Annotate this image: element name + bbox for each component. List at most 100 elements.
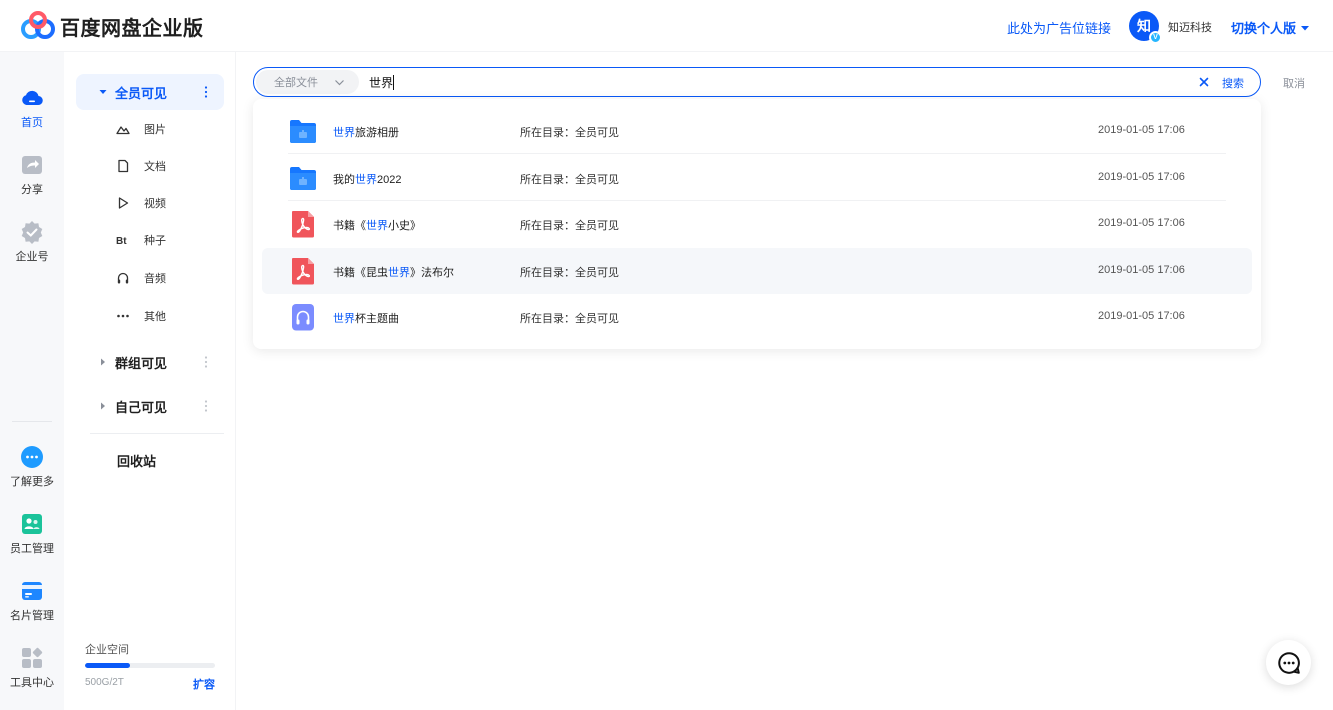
result-file-name: 书籍《世界小史》 xyxy=(333,217,421,233)
cloud-logo-icon xyxy=(21,11,55,39)
result-file-name: 书籍《昆虫世界》法布尔 xyxy=(333,264,454,280)
query-highlight: 世界 xyxy=(366,220,388,232)
rail-label: 企业号 xyxy=(15,251,49,263)
search-result-row[interactable]: 书籍《昆虫世界》法布尔 所在目录：全员可见 2019-01-05 17:06 xyxy=(262,247,1252,294)
storage-label: 企业空间 xyxy=(85,644,129,656)
file-name-segment: 旅游相册 xyxy=(355,127,399,139)
sidebar-item-trash[interactable]: 回收站 xyxy=(117,451,156,470)
more-chat-icon xyxy=(21,446,43,468)
sidebar-group-all-visible[interactable]: 全员可见 xyxy=(76,74,224,110)
search-input[interactable] xyxy=(369,72,1169,92)
search-result-row[interactable]: 书籍《世界小史》 所在目录：全员可见 2019-01-05 17:06 xyxy=(262,201,1252,247)
search-results-dropdown: 世界旅游相册 所在目录：全员可见 2019-01-05 17:06 我的世界2022 所… xyxy=(253,99,1261,349)
more-vertical-icon[interactable] xyxy=(204,400,208,412)
rail-item-enterprise[interactable]: 企业号 xyxy=(0,220,64,264)
sidebar-item-torrents[interactable]: Bt 种子 xyxy=(116,230,166,250)
file-name-segment: 杯主题曲 xyxy=(355,313,399,325)
chat-bubble-icon xyxy=(1277,651,1300,674)
result-modified-time: 2019-01-05 17:06 xyxy=(1098,170,1185,183)
tools-icon xyxy=(22,647,43,668)
file-name-segment: 小史》 xyxy=(388,220,421,232)
dots-icon xyxy=(117,314,129,318)
caret-down-icon xyxy=(99,90,107,94)
search-scope-select[interactable]: 全部文件 xyxy=(256,70,359,94)
result-modified-time: 2019-01-05 17:06 xyxy=(1098,310,1185,322)
switch-personal-button[interactable]: 切换个人版 xyxy=(1231,18,1310,37)
verified-badge: V xyxy=(1149,31,1162,44)
brand-name: 百度网盘企业版 xyxy=(60,17,204,40)
sidebar-group-label: 群组可见 xyxy=(115,355,168,371)
storage-progress xyxy=(85,663,215,668)
ad-link[interactable]: 此处为广告位链接 xyxy=(1007,18,1111,37)
rail-item-learn-more[interactable]: 了解更多 xyxy=(0,445,64,489)
left-rail: 首页 分享 企业号 了解更多 员工管理 名片管理 工具中心 xyxy=(0,52,64,710)
rail-label: 工具中心 xyxy=(10,677,54,689)
more-vertical-icon[interactable] xyxy=(204,86,208,98)
pdf-file-icon xyxy=(288,256,318,286)
sidebar-divider xyxy=(90,433,224,434)
card-icon xyxy=(22,582,42,600)
svg-text:Bt: Bt xyxy=(116,236,127,247)
rail-item-tools[interactable]: 工具中心 xyxy=(0,646,64,690)
sidebar-item-documents[interactable]: 文档 xyxy=(116,156,166,176)
company-name: 知迈科技 xyxy=(1168,22,1212,34)
clear-search-icon[interactable] xyxy=(1199,77,1209,87)
rail-item-cards[interactable]: 名片管理 xyxy=(0,579,64,623)
chevron-down-icon xyxy=(335,79,344,85)
caret-down-icon xyxy=(1301,25,1310,30)
rail-divider xyxy=(12,421,52,422)
switch-personal-label: 切换个人版 xyxy=(1231,21,1297,36)
result-location: 所在目录：全员可见 xyxy=(520,266,619,279)
search-bar: 全部文件 搜索 xyxy=(253,67,1261,97)
bt-icon: Bt xyxy=(116,236,127,247)
result-modified-time: 2019-01-05 17:06 xyxy=(1098,124,1185,136)
top-header: 百度网盘企业版 此处为广告位链接 知 V 知迈科技 切换个人版 xyxy=(0,0,1333,52)
file-name-segment: 书籍《 xyxy=(333,220,366,232)
rail-label: 了解更多 xyxy=(10,476,54,488)
sidebar-item-videos[interactable]: 视频 xyxy=(116,193,166,213)
expand-storage-link[interactable]: 扩容 xyxy=(193,676,215,692)
rail-item-home[interactable]: 首页 xyxy=(0,86,64,130)
result-modified-time: 2019-01-05 17:06 xyxy=(1098,263,1185,276)
search-result-row[interactable]: 世界杯主题曲 所在目录：全员可见 2019-01-05 17:06 xyxy=(262,294,1252,340)
rail-label: 首页 xyxy=(21,117,43,129)
row-divider xyxy=(288,153,1226,154)
sidebar-item-label: 种子 xyxy=(144,235,166,247)
file-name-segment: 》法布尔 xyxy=(410,266,454,279)
pdf-file-icon xyxy=(288,209,318,239)
search-scope-label: 全部文件 xyxy=(274,77,318,89)
rail-item-share[interactable]: 分享 xyxy=(0,153,64,197)
brand-logo[interactable]: 百度网盘企业版 xyxy=(20,11,204,41)
storage-progress-fill xyxy=(85,663,130,668)
sidebar-item-audio[interactable]: 音频 xyxy=(116,268,166,288)
sidebar-item-label: 图片 xyxy=(144,124,166,136)
query-highlight: 世界 xyxy=(333,313,355,325)
sidebar-item-others[interactable]: 其他 xyxy=(116,306,166,326)
cancel-search-button[interactable]: 取消 xyxy=(1283,75,1305,91)
storage-usage: 500G/2T xyxy=(85,677,124,688)
search-result-row[interactable]: 我的世界2022 所在目录：全员可见 2019-01-05 17:06 xyxy=(262,155,1252,201)
rail-item-staff[interactable]: 员工管理 xyxy=(0,512,64,556)
share-icon xyxy=(22,156,42,174)
more-vertical-icon[interactable] xyxy=(204,356,208,368)
result-location: 所在目录：全员可见 xyxy=(520,127,619,139)
customer-service-button[interactable] xyxy=(1266,640,1311,685)
result-file-name: 世界杯主题曲 xyxy=(333,310,399,326)
sidebar-item-images[interactable]: 图片 xyxy=(116,119,166,139)
result-location: 所在目录：全员可见 xyxy=(520,220,619,232)
result-modified-time: 2019-01-05 17:06 xyxy=(1098,217,1185,229)
caret-right-icon xyxy=(101,358,105,366)
result-file-name: 我的世界2022 xyxy=(333,171,401,187)
headphones-icon xyxy=(117,272,129,284)
sidebar-item-label: 视频 xyxy=(144,198,166,210)
search-button[interactable]: 搜索 xyxy=(1222,75,1244,91)
rail-label: 员工管理 xyxy=(10,543,54,555)
image-icon xyxy=(116,126,130,135)
sidebar-group-self-visible[interactable]: 自己可见 xyxy=(76,388,224,424)
sidebar-group-group-visible[interactable]: 群组可见 xyxy=(76,344,224,380)
avatar[interactable]: 知 V xyxy=(1129,11,1162,44)
search-result-row[interactable]: 世界旅游相册 所在目录：全员可见 2019-01-05 17:06 xyxy=(262,108,1252,154)
file-name-segment: 我的 xyxy=(333,173,355,186)
caret-right-icon xyxy=(101,402,105,410)
rail-label: 名片管理 xyxy=(10,610,54,622)
